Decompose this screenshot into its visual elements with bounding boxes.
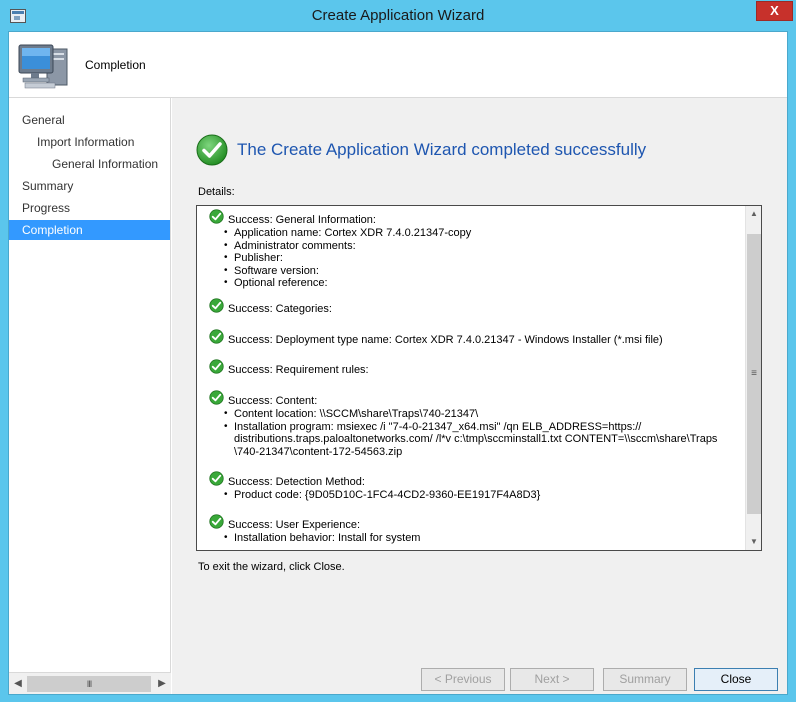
scroll-down-icon[interactable]: ▼ xyxy=(746,534,761,550)
close-button[interactable]: Close xyxy=(694,668,778,691)
nav-horizontal-scrollbar[interactable]: ◀ III ▶ xyxy=(9,672,171,694)
detail-bullet: Installation program: msiexec /i "7-4-0-… xyxy=(197,421,745,459)
wizard-button-bar: < Previous Next > Summary Close xyxy=(172,668,787,692)
scroll-up-icon[interactable]: ▲ xyxy=(746,206,761,222)
detail-section-categories: Success: Categories: xyxy=(197,298,745,316)
previous-button[interactable]: < Previous xyxy=(421,668,505,691)
section-title: Success: Requirement rules: xyxy=(228,364,369,376)
scroll-left-icon[interactable]: ◀ xyxy=(11,676,25,692)
detail-bullet: Installation behavior: Install for syste… xyxy=(197,532,745,545)
detail-section-detection-method: Success: Detection Method: Product code:… xyxy=(197,471,745,502)
scroll-thumb[interactable]: III xyxy=(27,676,151,692)
detail-section-requirement-rules: Success: Requirement rules: xyxy=(197,359,745,377)
detail-bullet: Application name: Cortex XDR 7.4.0.21347… xyxy=(197,227,745,240)
nav-item-summary[interactable]: Summary xyxy=(9,176,170,196)
bullet-text: Installation program: msiexec /i "7-4-0-… xyxy=(234,420,642,433)
success-check-icon xyxy=(209,329,224,344)
window-title: Create Application Wizard xyxy=(311,7,485,24)
nav-item-import-information[interactable]: Import Information xyxy=(9,132,170,152)
scroll-thumb-grip: ≡ xyxy=(751,368,757,379)
bullet-text: Administrator comments: xyxy=(234,239,356,252)
wizard-window: Create Application Wizard X Completion G… xyxy=(0,0,796,702)
detail-bullet: Product code: {9D05D10C-1FC4-4CD2-9360-E… xyxy=(197,489,745,502)
nav-item-label: Completion xyxy=(22,223,83,237)
detail-bullet: Content location: \\SCCM\share\Traps\740… xyxy=(197,408,745,421)
section-title: Success: User Experience: xyxy=(228,519,361,531)
details-box[interactable]: Success: General Information: Applicatio… xyxy=(196,205,762,551)
details-vertical-scrollbar[interactable]: ▲ ≡ ▼ xyxy=(745,206,761,550)
bullet-text: \740-21347\content-172-54563.zip xyxy=(234,445,403,458)
exit-instructions: To exit the wizard, click Close. xyxy=(198,561,345,573)
summary-button[interactable]: Summary xyxy=(603,668,687,691)
bullet-text: distributions.traps.paloaltonetworks.com… xyxy=(234,433,718,445)
bullet-text: Publisher: xyxy=(234,252,283,264)
detail-section-content: Success: Content: Content location: \\SC… xyxy=(197,390,745,459)
computer-icon xyxy=(18,44,68,89)
next-button[interactable]: Next > xyxy=(510,668,594,691)
bullet-text: Optional reference: xyxy=(234,277,328,289)
bullet-text: Content location: \\SCCM\share\Traps\740… xyxy=(234,408,479,420)
nav-item-label: Progress xyxy=(22,201,71,215)
details-label: Details: xyxy=(198,186,235,198)
nav-item-label: General Information xyxy=(52,157,159,171)
completion-heading: The Create Application Wizard completed … xyxy=(237,140,647,159)
page-title: Completion xyxy=(85,58,146,72)
close-icon: X xyxy=(770,3,779,18)
scroll-thumb-grip: III xyxy=(86,679,92,689)
bullet-text: Installation behavior: Install for syste… xyxy=(234,532,421,544)
title-bar[interactable]: Create Application Wizard X xyxy=(0,0,796,32)
nav-item-general-information[interactable]: General Information xyxy=(9,154,170,174)
nav-item-general[interactable]: General xyxy=(9,110,170,130)
detail-section-deployment-type: Success: Deployment type name: Cortex XD… xyxy=(197,329,745,347)
section-title: Success: Content: xyxy=(228,395,318,407)
detail-bullet: Optional reference: xyxy=(197,277,745,290)
bullet-text: Product code: {9D05D10C-1FC4-4CD2-9360-E… xyxy=(234,489,541,501)
success-check-icon xyxy=(209,209,224,224)
success-check-icon xyxy=(209,390,224,405)
main-panel: The Create Application Wizard completed … xyxy=(172,98,787,694)
section-title: Success: Deployment type name: Cortex XD… xyxy=(228,334,663,346)
bullet-text: Application name: Cortex XDR 7.4.0.21347… xyxy=(234,227,472,239)
nav-item-label: General xyxy=(22,113,65,127)
section-title: Success: General Information: xyxy=(228,214,376,226)
bullet-text: Software version: xyxy=(234,264,319,277)
success-check-icon xyxy=(209,359,224,374)
success-check-icon xyxy=(196,134,228,166)
nav-item-progress[interactable]: Progress xyxy=(9,198,170,218)
detail-bullet: Administrator comments: xyxy=(197,240,745,253)
detail-bullet: Publisher: xyxy=(197,252,745,265)
detail-bullet: Software version: xyxy=(197,265,745,278)
section-title: Success: Categories: xyxy=(228,303,332,315)
success-check-icon xyxy=(209,471,224,486)
wizard-navigation: General Import Information General Infor… xyxy=(9,98,171,672)
wizard-header: Completion xyxy=(9,32,787,98)
detail-section-general-information: Success: General Information: Applicatio… xyxy=(197,209,745,290)
wizard-client-area: Completion General Import Information Ge… xyxy=(8,31,788,695)
scroll-right-icon[interactable]: ▶ xyxy=(155,676,169,692)
nav-item-label: Summary xyxy=(22,179,74,193)
success-check-icon xyxy=(209,298,224,313)
nav-item-completion[interactable]: Completion xyxy=(9,220,170,240)
success-check-icon xyxy=(209,514,224,529)
nav-item-label: Import Information xyxy=(37,135,135,149)
window-close-button[interactable]: X xyxy=(756,1,793,21)
scroll-thumb[interactable]: ≡ xyxy=(747,234,761,514)
detail-section-user-experience: Success: User Experience: Installation b… xyxy=(197,514,745,545)
section-title: Success: Detection Method: xyxy=(228,476,365,488)
